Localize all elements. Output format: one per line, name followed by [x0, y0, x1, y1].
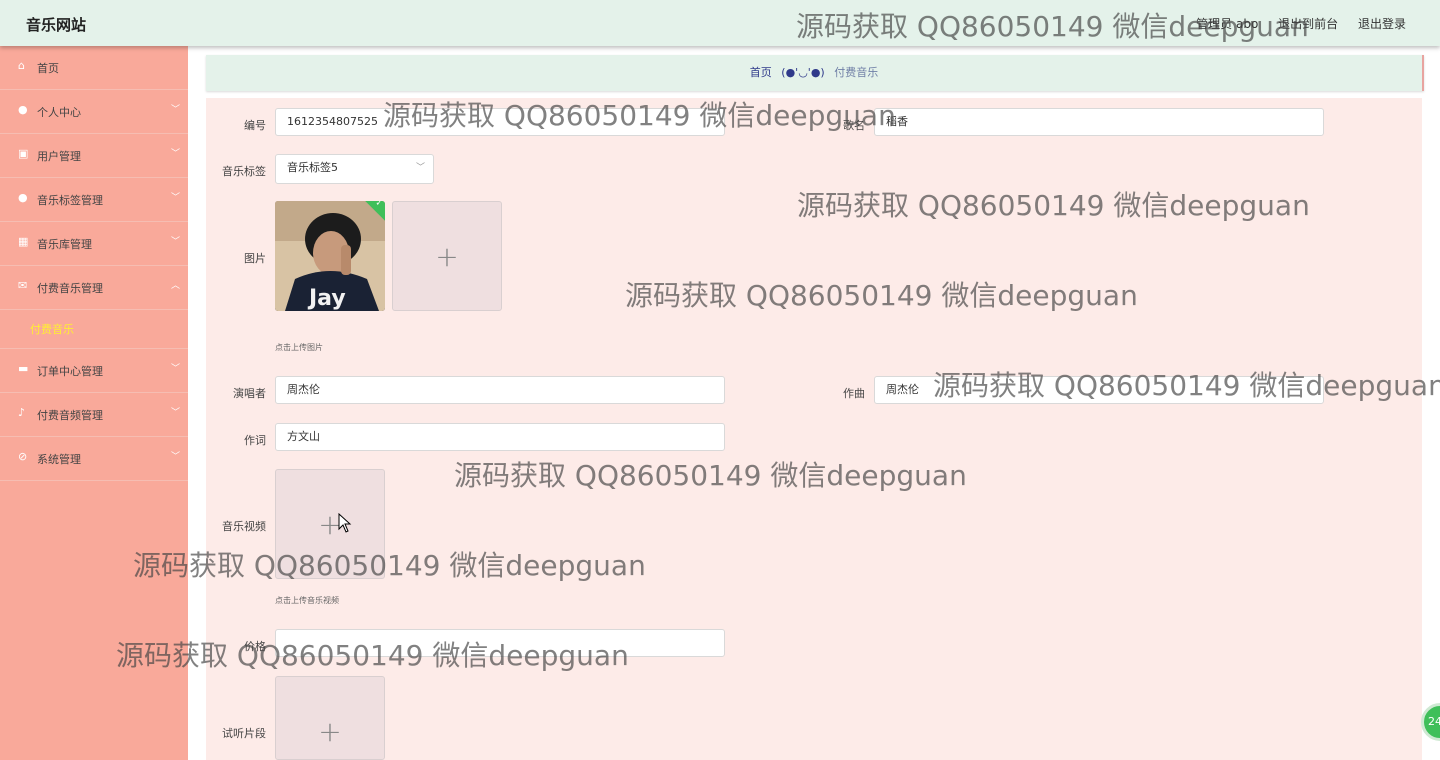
preview-clip-upload-button[interactable]: +	[275, 676, 385, 760]
singer-input[interactable]: 周杰伦	[275, 376, 725, 404]
singer-label: 演唱者	[233, 387, 266, 400]
sidebar-item-paid-audio-management[interactable]: ♪ 付费音频管理 ﹀	[0, 393, 188, 437]
price-input[interactable]	[275, 629, 725, 657]
sidebar-item-user-management[interactable]: ▣ 用户管理 ﹀	[0, 134, 188, 178]
id-label: 编号	[244, 119, 266, 132]
sidebar-subitem-paid-music[interactable]: 付费音乐	[0, 310, 188, 349]
top-links: 管理员 abo 退出到前台 退出登录	[1180, 15, 1406, 32]
price-label: 价格	[244, 640, 266, 653]
chevron-up-icon: ︿	[170, 281, 180, 291]
song-name-label: 歌名	[843, 119, 865, 132]
music-video-label: 音乐视频	[222, 520, 266, 533]
top-bar: 音乐网站 管理员 abo 退出到前台 退出登录	[0, 0, 1440, 46]
song-name-input[interactable]: 稻香	[874, 108, 1324, 136]
sidebar-item-label: 付费音频管理	[37, 409, 103, 422]
sidebar-item-label: 个人中心	[37, 106, 81, 119]
breadcrumb: 首页 (●'◡'●) 付费音乐	[206, 55, 1424, 91]
sidebar-item-label: 音乐库管理	[37, 238, 92, 251]
person-icon: ●	[18, 103, 28, 116]
sidebar-item-label: 系统管理	[37, 453, 81, 466]
image-upload-hint: 点击上传图片	[275, 343, 323, 352]
plus-icon: +	[318, 508, 342, 541]
id-input[interactable]: 1612354807525	[275, 108, 725, 136]
logout-link[interactable]: 退出登录	[1358, 17, 1406, 31]
chevron-down-icon: ﹀	[170, 237, 180, 247]
image-upload-button[interactable]: +	[392, 201, 502, 311]
sidebar-item-order-management[interactable]: ▬ 订单中心管理 ﹀	[0, 349, 188, 393]
breadcrumb-home-link[interactable]: 首页	[750, 66, 772, 79]
admin-user-link[interactable]: 管理员 abo	[1196, 17, 1258, 31]
envelope-icon: ✉	[18, 279, 28, 292]
sidebar-item-system-management[interactable]: ⊘ 系统管理 ﹀	[0, 437, 188, 481]
album-cover-image[interactable]: Jay	[275, 201, 385, 311]
chat-icon: ▬	[18, 362, 29, 375]
chevron-down-icon: ﹀	[170, 149, 180, 159]
tag-label: 音乐标签	[222, 165, 266, 178]
music-video-upload-hint: 点击上传音乐视频	[275, 596, 339, 605]
lyricist-input[interactable]: 方文山	[275, 423, 725, 451]
grid-icon: ▦	[18, 235, 29, 248]
chevron-down-icon: ﹀	[170, 452, 180, 462]
sidebar-item-personal-center[interactable]: ● 个人中心 ﹀	[0, 90, 188, 134]
chevron-down-icon: ﹀	[170, 105, 180, 115]
sidebar-item-tag-management[interactable]: ● 音乐标签管理 ﹀	[0, 178, 188, 222]
back-to-frontend-link[interactable]: 退出到前台	[1278, 17, 1338, 31]
sidebar-item-label: 订单中心管理	[37, 365, 103, 378]
image-label: 图片	[244, 252, 266, 265]
album-cover-text: Jay	[307, 286, 346, 311]
sidebar-item-label: 首页	[37, 62, 59, 75]
lyricist-label: 作词	[244, 434, 266, 447]
app-title: 音乐网站	[26, 16, 87, 34]
sidebar-item-home[interactable]: ⌂ 首页	[0, 46, 188, 90]
tag-select-value: 音乐标签5	[287, 161, 338, 174]
breadcrumb-current: 付费音乐	[834, 66, 879, 79]
plus-icon: +	[318, 715, 342, 748]
settings-icon: ⊘	[18, 450, 28, 463]
plus-icon: +	[435, 240, 459, 273]
users-icon: ▣	[18, 147, 29, 160]
microphone-icon: ♪	[18, 406, 26, 419]
sidebar-item-library-management[interactable]: ▦ 音乐库管理 ﹀	[0, 222, 188, 266]
chevron-down-icon: ﹀	[170, 408, 180, 418]
chevron-down-icon: ﹀	[170, 364, 180, 374]
music-video-upload-button[interactable]: +	[275, 469, 385, 579]
sidebar-item-paid-music-management[interactable]: ✉ 付费音乐管理 ︿	[0, 266, 188, 310]
preview-clip-label: 试听片段	[222, 727, 266, 740]
sidebar-item-label: 用户管理	[37, 150, 81, 163]
home-icon: ⌂	[18, 59, 25, 72]
composer-input[interactable]: 周杰伦	[874, 376, 1324, 404]
tag-icon: ●	[18, 191, 28, 204]
mouse-cursor-icon	[338, 513, 352, 533]
tag-select[interactable]: 音乐标签5 ﹀	[275, 154, 434, 184]
sidebar-subitem-label: 付费音乐	[30, 323, 74, 336]
sidebar: ⌂ 首页 ● 个人中心 ﹀ ▣ 用户管理 ﹀ ● 音乐标签管理 ﹀ ▦ 音乐库管…	[0, 46, 188, 760]
help-chat-button[interactable]: 24	[1421, 703, 1440, 741]
composer-label: 作曲	[843, 387, 865, 400]
sidebar-item-label: 付费音乐管理	[37, 282, 103, 295]
chevron-down-icon: ﹀	[170, 193, 180, 203]
sidebar-item-label: 音乐标签管理	[37, 194, 103, 207]
chevron-down-icon: ﹀	[415, 163, 425, 173]
album-cover-art: Jay	[275, 201, 385, 311]
breadcrumb-separator: (●'◡'●)	[781, 66, 825, 79]
